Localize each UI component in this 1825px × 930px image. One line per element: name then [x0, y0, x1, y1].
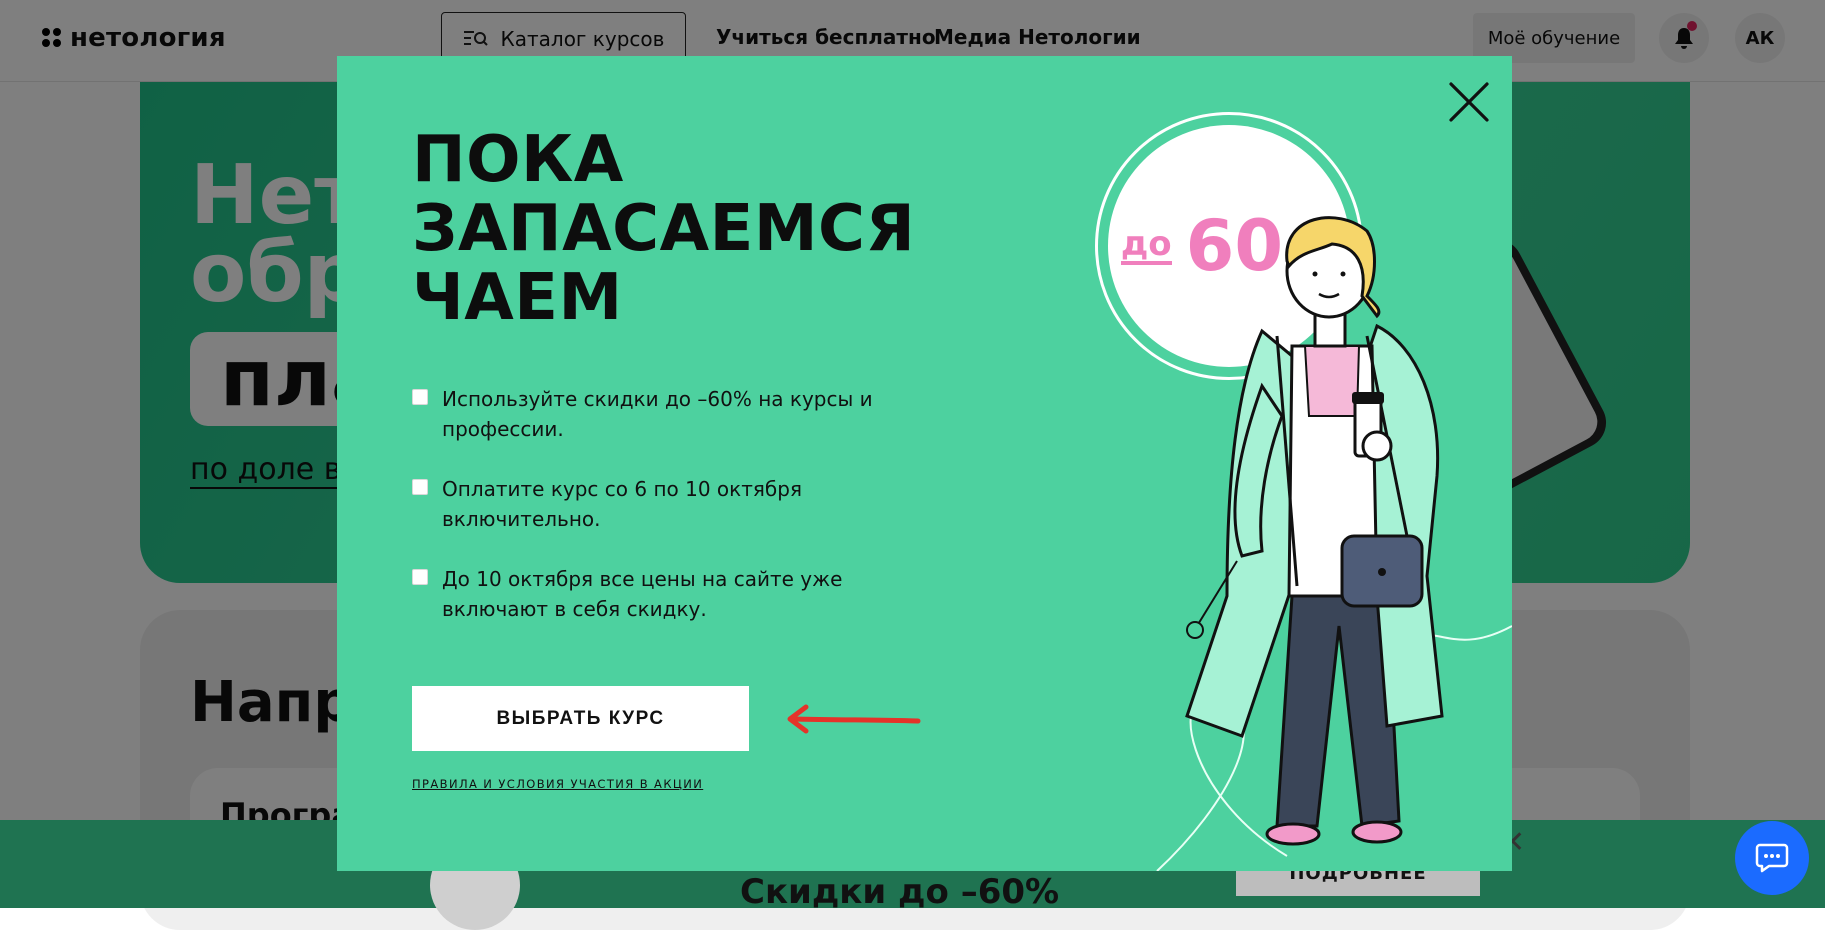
bullet-text: До 10 октября все цены на сайте уже вклю… [442, 567, 843, 621]
bullet-item: Используйте скидки до –60% на курсы и пр… [412, 384, 912, 444]
bullet-square-icon [412, 389, 428, 405]
chat-button[interactable] [1735, 821, 1809, 895]
bullet-item: До 10 октября все цены на сайте уже вклю… [412, 564, 912, 624]
promo-bar-title: Скидки до –60% [740, 872, 1060, 912]
promo-rules-link[interactable]: ПРАВИЛА И УСЛОВИЯ УЧАСТИЯ В АКЦИИ [412, 777, 703, 791]
modal-title-line1: ПОКА [412, 123, 624, 197]
promo-modal: ПОКА ЗАПАСАЕМСЯ ЧАЕМ Используйте скидки … [337, 56, 1512, 871]
bullet-item: Оплатите курс со 6 по 10 октября включит… [412, 474, 912, 534]
close-icon[interactable] [1445, 78, 1493, 126]
modal-title-line2: ЗАПАСАЕМСЯ [412, 192, 916, 266]
bullet-square-icon [412, 569, 428, 585]
bullet-text: Оплатите курс со 6 по 10 октября включит… [442, 477, 802, 531]
chat-icon [1755, 843, 1789, 873]
modal-title-line3: ЧАЕМ [412, 261, 623, 335]
bullet-square-icon [412, 479, 428, 495]
arrow-left-icon [787, 704, 921, 734]
choose-course-button[interactable]: ВЫБРАТЬ КУРС [412, 686, 749, 751]
modal-title: ПОКА ЗАПАСАЕМСЯ ЧАЕМ [412, 126, 915, 333]
bullet-text: Используйте скидки до –60% на курсы и пр… [442, 387, 873, 441]
woman-with-coffee-illustration [1156, 216, 1512, 871]
